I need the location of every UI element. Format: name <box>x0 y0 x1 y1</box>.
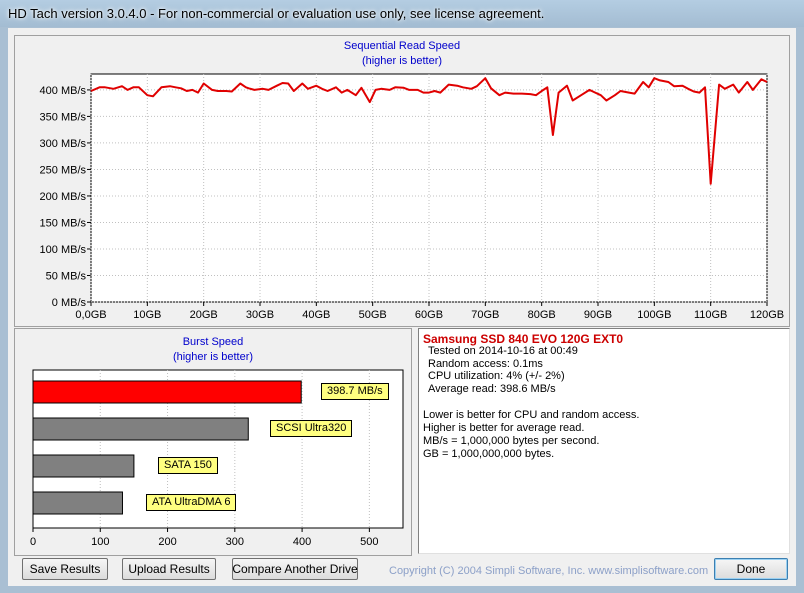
read-x-tick-label: 70GB <box>471 309 499 321</box>
burst-bar <box>32 454 135 478</box>
read-x-tick-label: 120GB <box>750 309 784 321</box>
read-y-tick-label: 250 MB/s <box>40 164 87 176</box>
copyright-text: Copyright (C) 2004 Simpli Software, Inc.… <box>389 565 709 577</box>
read-y-tick-label: 200 MB/s <box>40 191 87 203</box>
burst-label-this-drive: 398.7 MB/s <box>321 383 389 400</box>
read-y-tick-label: 350 MB/s <box>40 111 87 123</box>
read-x-tick-label: 90GB <box>584 309 612 321</box>
burst-bar <box>32 491 123 515</box>
window-client: Sequential Read Speed (higher is better)… <box>8 28 796 586</box>
burst-label-sata: SATA 150 <box>158 457 218 474</box>
read-y-tick-label: 0 MB/s <box>52 297 87 309</box>
upload-results-button[interactable]: Upload Results <box>122 558 216 580</box>
read-x-tick-label: 60GB <box>415 309 443 321</box>
drive-name: Samsung SSD 840 EVO 120G EXT0 <box>423 332 624 346</box>
done-button[interactable]: Done <box>714 558 788 580</box>
read-x-tick-label: 80GB <box>528 309 556 321</box>
info-note-read: Higher is better for average read. <box>423 422 585 434</box>
burst-x-tick-label: 0 <box>30 536 36 548</box>
info-panel: Samsung SSD 840 EVO 120G EXT0 Tested on … <box>418 328 790 554</box>
read-x-tick-label: 100GB <box>637 309 671 321</box>
burst-x-tick-label: 200 <box>158 536 176 548</box>
read-y-tick-label: 50 MB/s <box>46 270 87 282</box>
read-chart: 400 MB/s 350 MB/s 300 MB/s 250 MB/s 200 MB/s… <box>40 73 784 321</box>
burst-x-tick-label: 100 <box>91 536 109 548</box>
read-x-tick-label: 10GB <box>133 309 161 321</box>
read-x-tick-label: 110GB <box>694 309 727 321</box>
info-average-read: Average read: 398.6 MB/s <box>428 383 556 395</box>
burst-label-scsi: SCSI Ultra320 <box>270 420 353 437</box>
burst-chart-panel: Burst Speed (higher is better) 0 100 200 30… <box>14 328 412 556</box>
read-x-tick-label: 50GB <box>359 309 387 321</box>
burst-label-ata: ATA UltraDMA 6 <box>146 494 237 511</box>
info-random-access: Random access: 0.1ms <box>428 358 543 370</box>
info-tested-on: Tested on 2014-10-16 at 00:49 <box>428 345 578 357</box>
burst-chart: 0 100 200 300 400 500 <box>30 369 404 548</box>
info-cpu-utilization: CPU utilization: 4% (+/- 2%) <box>428 370 565 382</box>
burst-x-tick-label: 400 <box>293 536 311 548</box>
window-title: HD Tach version 3.0.4.0 - For non-commer… <box>8 6 545 21</box>
read-y-tick-label: 100 MB/s <box>40 244 87 256</box>
info-note-gb: GB = 1,000,000,000 bytes. <box>423 448 555 460</box>
info-note-mbs: MB/s = 1,000,000 bytes per second. <box>423 435 600 447</box>
burst-x-tick-label: 300 <box>226 536 244 548</box>
read-chart-panel: Sequential Read Speed (higher is better)… <box>14 35 790 327</box>
info-note-cpu: Lower is better for CPU and random acces… <box>423 409 640 421</box>
read-y-tick-label: 300 MB/s <box>40 138 87 150</box>
burst-bar <box>32 417 249 441</box>
burst-bar <box>32 380 302 404</box>
burst-x-tick-label: 500 <box>360 536 378 548</box>
window-titlebar[interactable]: HD Tach version 3.0.4.0 - For non-commer… <box>0 0 804 27</box>
compare-another-drive-button[interactable]: Compare Another Drive <box>232 558 358 580</box>
read-x-tick-label: 0,0GB <box>75 309 106 321</box>
save-results-button[interactable]: Save Results <box>22 558 108 580</box>
read-x-tick-label: 20GB <box>190 309 218 321</box>
read-x-tick-label: 40GB <box>302 309 330 321</box>
read-y-tick-label: 150 MB/s <box>40 217 87 229</box>
read-x-tick-label: 30GB <box>246 309 274 321</box>
read-y-tick-label: 400 MB/s <box>40 85 87 97</box>
